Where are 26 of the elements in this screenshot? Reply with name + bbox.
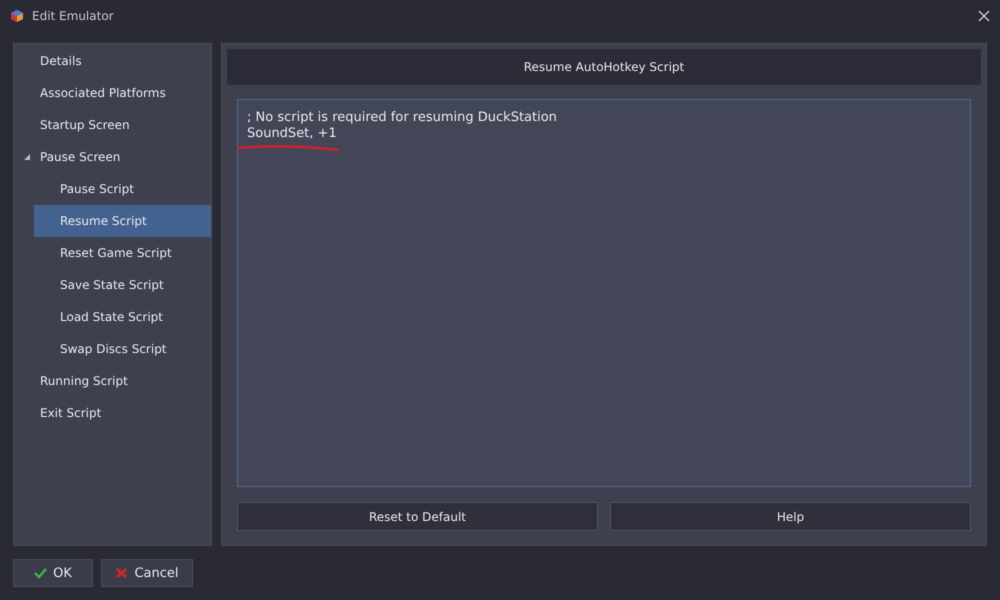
checkmark-icon [34,567,48,579]
tree-item[interactable]: Startup Screen [14,109,211,141]
window-title: Edit Emulator [32,9,114,23]
tree-item[interactable]: Exit Script [14,397,211,429]
panel-button[interactable]: Reset to Default [237,502,598,531]
app-cube-icon [10,9,24,23]
tree-item[interactable]: Running Script [14,365,211,397]
tree-item[interactable]: Resume Script [34,205,211,237]
cancel-button[interactable]: Cancel [101,559,193,587]
tree-item[interactable]: Swap Discs Script [34,333,211,365]
tree-item[interactable]: Details [14,45,211,77]
tree-item[interactable]: Reset Game Script [34,237,211,269]
expanded-triangle-icon[interactable] [24,154,30,160]
cross-icon [115,567,128,579]
script-editor[interactable]: ; No script is required for resuming DuckStation SoundSet, +1 [237,99,971,487]
tree-item[interactable]: Associated Platforms [14,77,211,109]
panel-button[interactable]: Help [610,502,971,531]
code-line: ; No script is required for resuming DuckStation [247,110,558,126]
tree-item[interactable]: Pause Screen [14,141,211,173]
panel-title: Resume AutoHotkey Script [227,49,981,85]
code-line: SoundSet, +1 [247,126,338,142]
tree-item[interactable]: Pause Script [34,173,211,205]
tree-item[interactable]: Load State Script [34,301,211,333]
ok-button[interactable]: OK [13,559,93,587]
close-icon[interactable] [978,10,990,22]
tree-item[interactable]: Save State Script [34,269,211,301]
